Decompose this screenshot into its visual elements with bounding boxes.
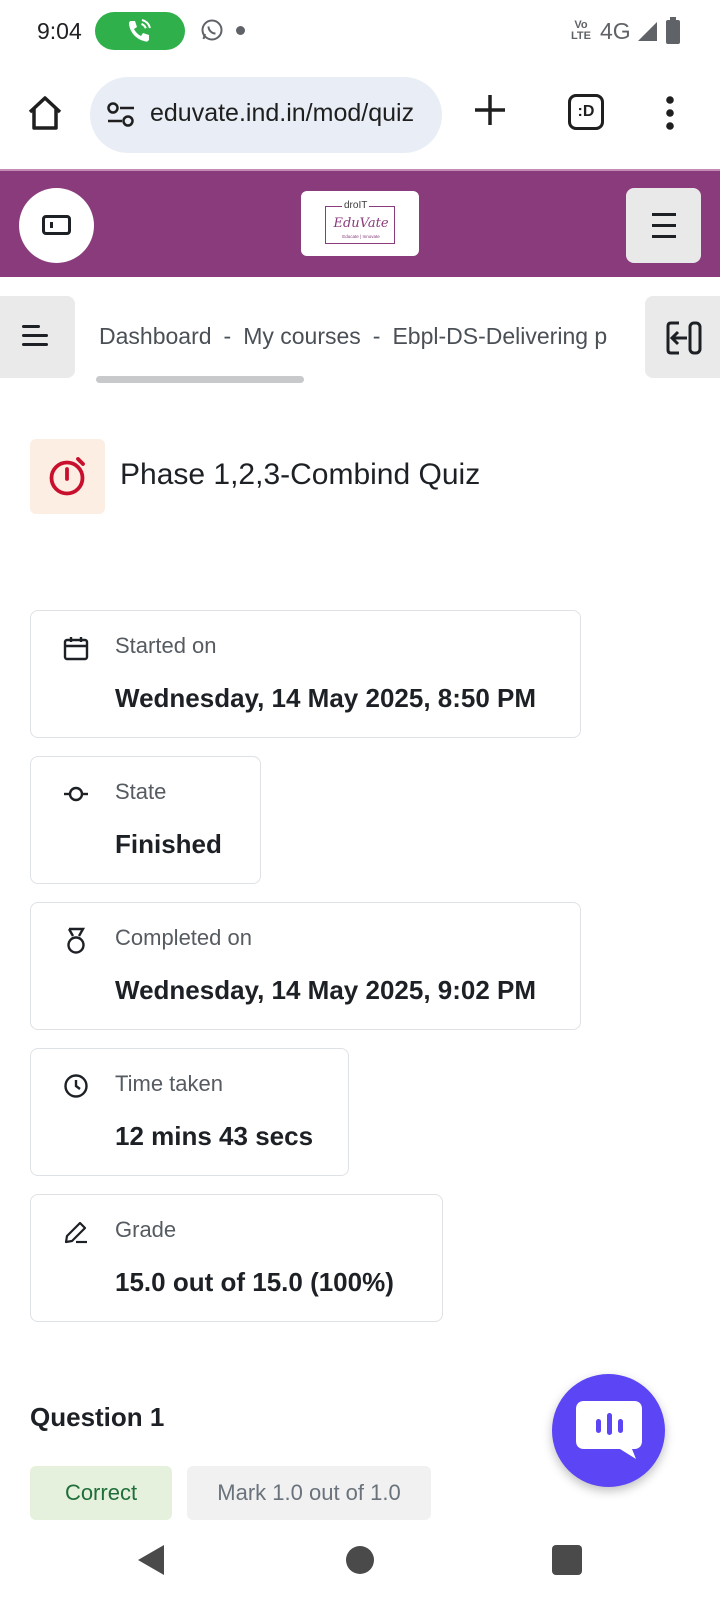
address-bar[interactable]: eduvate.ind.in/mod/quiz <box>90 77 442 153</box>
hamburger-line <box>652 235 676 238</box>
breadcrumb-separator: - <box>223 323 232 349</box>
course-index-button[interactable] <box>0 296 75 378</box>
logo-tagline: Educate | Innovate <box>342 234 380 239</box>
breadcrumb-row: Dashboard - My courses - Ebpl-DS-Delivering … <box>0 296 720 383</box>
medal-icon <box>67 927 86 954</box>
url-text[interactable]: eduvate.ind.in/mod/quiz <box>150 99 432 128</box>
breadcrumb-scrollbar[interactable] <box>96 376 304 383</box>
home-nav-icon[interactable] <box>346 1546 374 1574</box>
question-title: Question 1 <box>30 1402 165 1432</box>
time-taken-label: Time taken <box>115 1071 224 1096</box>
completed-on-card: Completed on Wednesday, 14 May 2025, 9:0… <box>30 902 581 1030</box>
grade-value: 15.0 out of 15.0 (100%) <box>115 1267 394 1297</box>
logo-top-text: droIT <box>342 200 370 211</box>
course-index-icon <box>22 325 40 328</box>
tabs-icon[interactable]: :D <box>568 94 604 130</box>
site-header: EduVate Educate | Innovate droIT <box>0 169 720 277</box>
completed-on-label: Completed on <box>115 925 252 950</box>
status-bar: 9:04 Vo LTE 4G <box>0 0 720 64</box>
pencil-icon <box>64 1221 87 1244</box>
logo-frame: EduVate Educate | Innovate <box>325 206 395 244</box>
page-title: Phase 1,2,3-Combind Quiz <box>120 458 481 491</box>
chat-bubble-icon <box>576 1401 642 1459</box>
question-status-badge: Correct <box>30 1466 172 1520</box>
drawer-toggle-icon <box>42 215 71 235</box>
signal-icon <box>638 22 657 41</box>
course-index-line <box>22 343 48 346</box>
grade-label: Grade <box>115 1217 177 1242</box>
recents-icon[interactable] <box>552 1545 582 1575</box>
block-drawer-button[interactable] <box>645 296 720 378</box>
stopwatch-icon <box>49 457 85 496</box>
calendar-icon <box>63 637 89 661</box>
more-vert-icon[interactable] <box>665 96 675 130</box>
completed-on-value: Wednesday, 14 May 2025, 9:02 PM <box>115 975 537 1005</box>
time-taken-value: 12 mins 43 secs <box>115 1121 314 1151</box>
state-card: State Finished <box>30 756 261 884</box>
started-on-value: Wednesday, 14 May 2025, 8:50 PM <box>115 683 537 713</box>
breadcrumb: Dashboard - My courses - Ebpl-DS-Delivering … <box>99 323 624 350</box>
block-drawer-icon <box>666 321 702 355</box>
time-taken-card: Time taken 12 mins 43 secs <box>30 1048 349 1176</box>
question-mark-badge: Mark 1.0 out of 1.0 <box>187 1466 431 1520</box>
course-index-line <box>22 334 48 337</box>
nav-menu-button[interactable] <box>626 188 701 263</box>
notification-dot <box>236 26 245 35</box>
whatsapp-icon <box>201 19 223 41</box>
clock-icon <box>64 1074 88 1098</box>
logo-name: EduVate <box>333 216 389 231</box>
started-on-label: Started on <box>115 633 217 658</box>
started-on-card: Started on Wednesday, 14 May 2025, 8:50 … <box>30 610 581 738</box>
state-label: State <box>115 779 167 804</box>
volte-indicator: Vo LTE <box>571 19 591 42</box>
phone-icon <box>128 19 151 42</box>
browser-toolbar: eduvate.ind.in/mod/quiz :D <box>0 64 720 168</box>
breadcrumb-course[interactable]: Ebpl-DS-Delivering p <box>392 323 607 349</box>
breadcrumb-dashboard[interactable]: Dashboard <box>99 323 212 349</box>
site-logo[interactable]: EduVate Educate | Innovate droIT <box>301 191 419 256</box>
system-nav-bar <box>0 1530 720 1600</box>
status-time: 9:04 <box>37 18 82 44</box>
breadcrumb-separator: - <box>372 323 381 349</box>
network-type: 4G <box>600 18 631 44</box>
battery-icon <box>666 17 680 44</box>
home-icon[interactable] <box>26 94 64 132</box>
drawer-toggle-button[interactable] <box>19 188 94 263</box>
ongoing-call-chip[interactable] <box>95 12 185 50</box>
tune-icon[interactable] <box>106 101 136 129</box>
hamburger-line <box>652 224 676 227</box>
quiz-activity-icon <box>30 439 105 514</box>
breadcrumb-my-courses[interactable]: My courses <box>243 323 361 349</box>
back-icon[interactable] <box>136 1543 166 1577</box>
state-value: Finished <box>115 829 222 859</box>
hamburger-icon <box>652 213 676 216</box>
plus-icon[interactable] <box>472 92 508 128</box>
grade-card: Grade 15.0 out of 15.0 (100%) <box>30 1194 443 1322</box>
commit-icon <box>64 786 88 802</box>
chat-button[interactable] <box>552 1374 665 1487</box>
